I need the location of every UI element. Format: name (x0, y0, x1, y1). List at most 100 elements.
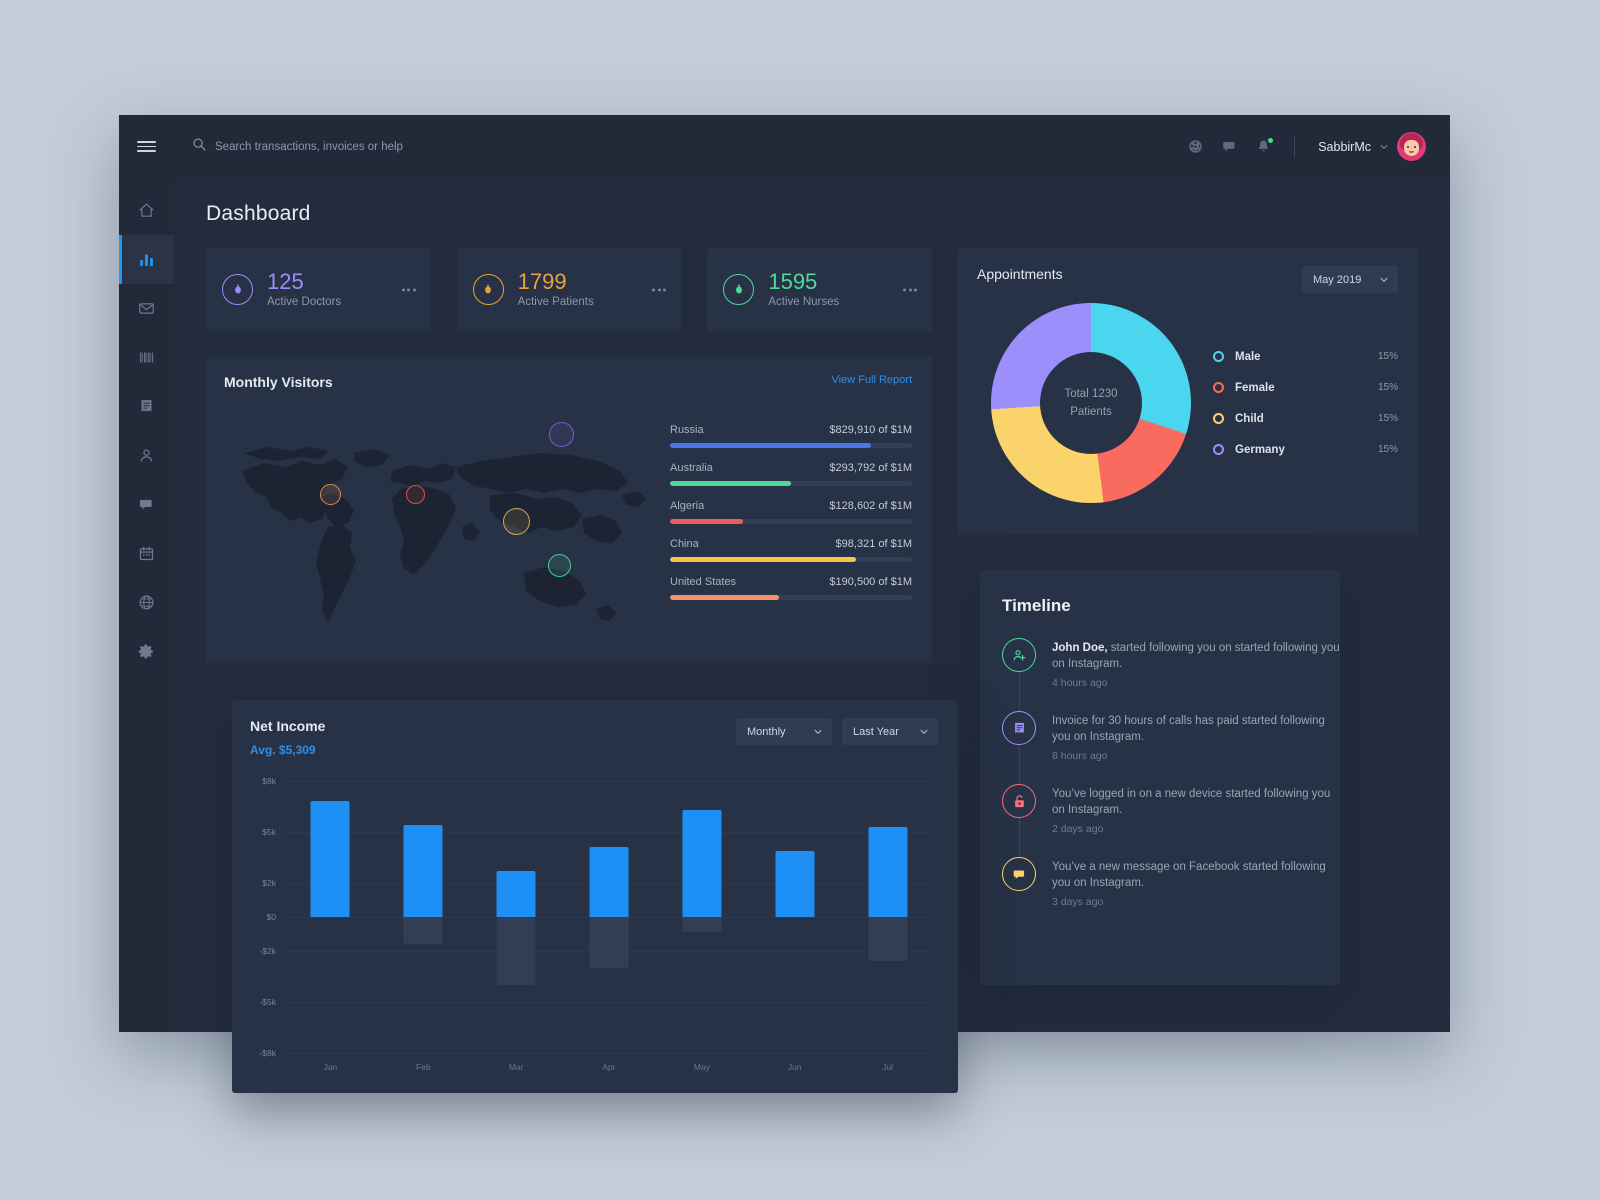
gridline: -$8k (259, 1048, 934, 1058)
sidebar-item-home[interactable] (119, 186, 174, 235)
bar-slot[interactable]: Feb (377, 781, 470, 1072)
divider (1294, 135, 1296, 158)
legend-row: Male 15% (1213, 351, 1398, 363)
x-axis-label: Mar (508, 1062, 524, 1072)
screen: SabbirMc Dashboard (0, 0, 1600, 1200)
country-line: Australia $293,792 of $1M (670, 462, 912, 474)
calendar-icon (138, 545, 155, 562)
bar-negative[interactable] (496, 917, 536, 985)
stat-card[interactable]: 1595 Active Nurses (707, 248, 933, 331)
stat-card[interactable]: 125 Active Doctors (206, 248, 431, 331)
bar-positive[interactable] (310, 801, 350, 917)
net-income-controls: Monthly Last Year (736, 718, 938, 745)
country-value: $98,321 of $1M (835, 538, 912, 550)
chat-icon (1002, 857, 1036, 892)
month-select[interactable]: May 2019 (1302, 266, 1398, 293)
panel-title: Monthly Visitors (224, 374, 333, 390)
stat-card-menu-icon[interactable] (652, 288, 667, 291)
chevron-down-icon (813, 727, 823, 737)
home-icon (138, 202, 155, 219)
range-select[interactable]: Last Year (842, 718, 938, 745)
bar-positive[interactable] (496, 871, 536, 917)
country-value: $128,602 of $1M (829, 500, 912, 512)
donut-chart[interactable]: Total 1230 Patients (991, 303, 1191, 503)
world-map[interactable] (224, 398, 654, 663)
y-axis-label: $0 (266, 912, 276, 922)
timeline-list: John Doe, started following you on start… (1002, 638, 1340, 908)
chevron-down-icon (1379, 142, 1389, 152)
globe-icon[interactable] (1188, 139, 1203, 154)
bar-negative[interactable] (589, 917, 629, 968)
timeline-message: You’ve logged in on a new device started… (1052, 787, 1340, 818)
sidebar (119, 115, 174, 1032)
net-income-inner: Net Income Avg. $5,309 Monthly Last Year (232, 700, 958, 1093)
x-axis-label: Jan (323, 1062, 338, 1072)
country-name: Russia (670, 424, 704, 436)
legend-percent: 15% (1377, 444, 1398, 455)
user-menu[interactable]: SabbirMc (1318, 132, 1426, 161)
bell-icon[interactable] (1256, 137, 1275, 154)
china-marker[interactable] (503, 508, 530, 535)
timeline-message: John Doe, started following you on start… (1052, 641, 1340, 672)
timeline-time: 3 days ago (1052, 896, 1104, 909)
bar-slot[interactable]: Jul (841, 781, 934, 1072)
sidebar-item-calendar[interactable] (119, 529, 174, 578)
left-column: 125 Active Doctors 1799 Active Patients 1595… (206, 248, 933, 663)
sidebar-item-barcode[interactable] (119, 333, 174, 382)
invoice-icon (1002, 711, 1036, 746)
bar-slot[interactable]: Mar (470, 781, 563, 1072)
country-progress-track (670, 557, 912, 562)
country-row: United States $190,500 of $1M (670, 576, 912, 600)
chat-icon[interactable] (1222, 139, 1237, 154)
y-axis-label: -$8k (259, 1048, 276, 1058)
bar-negative[interactable] (403, 917, 443, 945)
bar-negative[interactable] (682, 917, 722, 933)
stat-card-menu-icon[interactable] (903, 288, 918, 291)
search-box[interactable] (192, 137, 1189, 156)
view-full-report-link[interactable]: View Full Report (832, 374, 913, 386)
bar-positive[interactable] (682, 809, 722, 917)
avatar[interactable] (1397, 132, 1426, 161)
sidebar-item-invoices[interactable] (119, 382, 174, 431)
search-input[interactable] (215, 140, 1189, 153)
sidebar-item-profile[interactable] (119, 431, 174, 480)
stat-label: Active Nurses (768, 296, 840, 308)
y-axis-label: $8k (262, 776, 276, 786)
y-axis-label: $5k (262, 827, 276, 837)
period-select[interactable]: Monthly (736, 718, 832, 745)
australia-marker[interactable] (548, 554, 571, 577)
russia-marker[interactable] (549, 422, 574, 447)
legend-label: Female (1235, 381, 1275, 394)
bar-positive[interactable] (775, 850, 815, 917)
hamburger-menu-icon[interactable] (119, 115, 174, 178)
bar-positive[interactable] (868, 826, 908, 917)
sidebar-item-messages[interactable] (119, 480, 174, 529)
bar-slot[interactable]: May (655, 781, 748, 1072)
bar-slot[interactable]: Apr (563, 781, 656, 1072)
timeline-body: Invoice for 30 hours of calls has paid s… (1052, 715, 1325, 743)
stat-card[interactable]: 1799 Active Patients (456, 248, 682, 331)
bar-positive[interactable] (589, 847, 629, 917)
legend-label: Child (1235, 412, 1264, 425)
algeria-marker[interactable] (406, 485, 425, 504)
bar-positive[interactable] (403, 825, 443, 917)
stat-card-menu-icon[interactable] (401, 288, 416, 291)
bar-negative[interactable] (868, 917, 908, 962)
sidebar-item-mail[interactable] (119, 284, 174, 333)
country-name: Australia (670, 462, 713, 474)
country-name: United States (670, 576, 737, 588)
bar-slot[interactable]: Jun (748, 781, 841, 1072)
sidebar-item-analytics[interactable] (119, 235, 174, 284)
month-select-value: May 2019 (1313, 273, 1362, 286)
timeline-text: You’ve a new message on Facebook started… (1052, 857, 1340, 908)
y-axis-label: -$2k (259, 946, 276, 956)
person-badge-icon (222, 274, 253, 305)
united-states-marker[interactable] (320, 484, 341, 505)
bar-slot[interactable]: Jan (284, 781, 377, 1072)
legend-percent: 15% (1377, 382, 1398, 393)
sidebar-item-globe[interactable] (119, 578, 174, 627)
unlock-icon (1002, 784, 1036, 819)
sidebar-item-settings[interactable] (119, 627, 174, 676)
stat-text: 125 Active Doctors (267, 271, 341, 309)
timeline-text: John Doe, started following you on start… (1052, 638, 1340, 689)
